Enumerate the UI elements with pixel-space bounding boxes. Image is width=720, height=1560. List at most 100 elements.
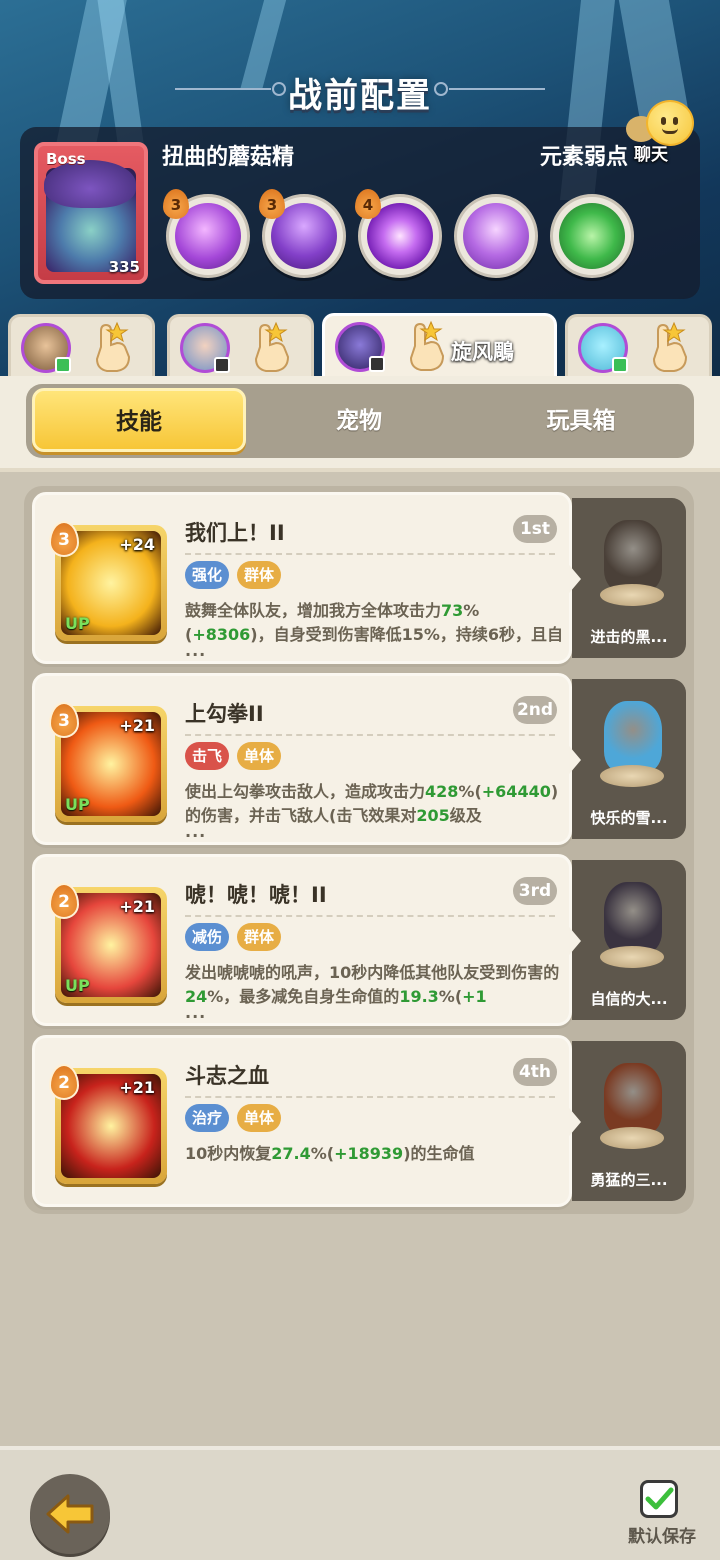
boss-level: 335 — [108, 258, 140, 276]
skill-level: 3 — [49, 521, 79, 557]
tab-skills[interactable]: 技能 — [32, 388, 246, 452]
skill-tag: 群体 — [237, 923, 282, 951]
boss-skill-5[interactable] — [550, 194, 634, 278]
highlight-value: +64440 — [481, 782, 551, 801]
skill-title: 唬！唬！唬！II — [185, 883, 327, 907]
segmented-control: 技能 宠物 玩具箱 — [26, 384, 694, 458]
skill-card[interactable]: +21 UP 3 上勾拳II 2nd 击飞 单体 使出上勾拳攻击敌人，造成攻击力4… — [32, 673, 572, 845]
skill-card[interactable]: +24 UP 3 我们上！II 1st 强化 群体 鼓舞全体队友，增加我方全体攻击… — [32, 492, 572, 664]
boss-skill-1[interactable]: 3 — [163, 189, 250, 278]
footer-bar: 默认保存 — [0, 1446, 720, 1560]
hand-star-icon — [254, 321, 290, 372]
description-text: )的生命值 — [403, 1144, 475, 1163]
skill-ellipsis: ... — [185, 822, 207, 841]
skill-rank: 3rd — [513, 877, 557, 905]
default-save-button[interactable]: 默认保存 — [620, 1480, 704, 1550]
skill-ellipsis: ... — [185, 641, 207, 660]
boss-name: 扭曲的蘑菇精 — [162, 145, 295, 170]
boss-skill-level: 4 — [355, 189, 381, 219]
skill-rank: 1st — [513, 515, 557, 543]
character-tab-3[interactable]: 旋风鵰 — [322, 313, 557, 379]
pet-figure-icon — [604, 882, 662, 954]
boss-skill-3[interactable]: 4 — [355, 189, 442, 278]
skill-row[interactable]: 勇猛的三... +21 2 斗志之血 4th 治疗 单体 10秒内恢复27.4%(… — [32, 1035, 688, 1207]
description-text: 鼓舞全体队友，增加我方全体攻击力 — [185, 601, 442, 620]
pet-pedestal — [600, 946, 664, 968]
skill-plus: +21 — [119, 716, 155, 735]
chat-button[interactable]: 聊天 — [620, 98, 698, 170]
divider — [185, 1096, 555, 1098]
highlight-value: 205 — [416, 806, 450, 825]
skill-row[interactable]: 进击的黑... +24 UP 3 我们上！II 1st 强化 群体 鼓舞全体队友，… — [32, 492, 688, 664]
pet-card[interactable]: 自信的大... — [572, 860, 686, 1020]
element-weakness-label: 元素弱点 — [539, 145, 628, 170]
pet-card[interactable]: 进击的黑... — [572, 498, 686, 658]
skill-tag: 强化 — [185, 561, 230, 589]
highlight-value: +18939 — [334, 1144, 404, 1163]
boss-skill-4[interactable] — [454, 194, 538, 278]
back-button[interactable] — [30, 1474, 110, 1554]
skill-tag: 群体 — [237, 561, 282, 589]
pet-figure-icon — [604, 520, 662, 592]
skill-level: 3 — [49, 702, 79, 738]
mushroom-icon — [463, 203, 529, 269]
tab-toybox[interactable]: 玩具箱 — [470, 384, 692, 458]
skill-level: 2 — [49, 1064, 79, 1100]
chat-badge-icon — [214, 357, 230, 373]
skill-tag: 单体 — [237, 1104, 282, 1132]
skill-description: 发出唬唬唬的吼声，10秒内降低其他队友受到伤害的24%，最多减免自身生命值的19… — [185, 961, 563, 1009]
boss-skill-2[interactable]: 3 — [259, 189, 346, 278]
checkbox[interactable] — [640, 1480, 678, 1518]
skill-card[interactable]: +21 UP 2 唬！唬！唬！II 3rd 减伤 群体 发出唬唬唬的吼声，10秒内… — [32, 854, 572, 1026]
skill-plus: +24 — [119, 535, 155, 554]
highlight-value: 19.3 — [399, 987, 439, 1006]
upgrade-indicator: UP — [65, 614, 90, 633]
chat-badge-icon — [369, 356, 385, 372]
highlight-value: +1 — [462, 987, 487, 1006]
skill-title: 斗志之血 — [185, 1064, 269, 1088]
tab-pets[interactable]: 宠物 — [248, 384, 470, 458]
skill-tag: 减伤 — [185, 923, 230, 951]
pet-name: 自信的大... — [590, 990, 668, 1008]
boss-skill-level: 3 — [259, 189, 285, 219]
character-name: 旋风鵰 — [451, 340, 514, 364]
skill-description: 10秒内恢复27.4%(+18939)的生命值 — [185, 1142, 563, 1190]
upgrade-indicator: UP — [65, 976, 90, 995]
skill-title: 上勾拳II — [185, 702, 264, 726]
skill-plus: +21 — [119, 897, 155, 916]
page-title: 战前配置 — [288, 76, 432, 116]
pet-card[interactable]: 快乐的雪... — [572, 679, 686, 839]
skill-description: 使出上勾拳攻击敌人，造成攻击力428%(+64440)的伤害，并击飞敌人(击飞效… — [185, 780, 563, 828]
pet-pedestal — [600, 765, 664, 787]
chat-badge-icon — [612, 357, 628, 373]
skill-tag: 治疗 — [185, 1104, 230, 1132]
hand-star-icon — [652, 321, 688, 372]
skill-card[interactable]: +21 2 斗志之血 4th 治疗 单体 10秒内恢复27.4%(+18939)的… — [32, 1035, 572, 1207]
skill-ellipsis: ... — [185, 1003, 207, 1022]
description-text: 发出唬唬唬的吼声，10秒内降低其他队友受到伤害的 — [185, 963, 560, 982]
pet-card[interactable]: 勇猛的三... — [572, 1041, 686, 1201]
skill-description: 鼓舞全体队友，增加我方全体攻击力73%(+8306)，自身受到伤害降低15%，持… — [185, 599, 563, 647]
description-text: %( — [458, 782, 482, 801]
highlight-value: 73 — [441, 601, 464, 620]
chat-label: 聊天 — [634, 145, 668, 165]
description-text: 级及 — [449, 806, 482, 825]
character-tab-4[interactable] — [565, 314, 712, 380]
pet-name: 快乐的雪... — [590, 809, 668, 827]
boss-card[interactable]: Boss 335 — [34, 142, 148, 284]
highlight-value: 428 — [425, 782, 459, 801]
green-slime-icon — [559, 203, 625, 269]
skill-level: 2 — [49, 883, 79, 919]
skill-tag: 击飞 — [185, 742, 230, 770]
chat-badge-icon — [55, 357, 71, 373]
character-tab-2[interactable] — [167, 314, 314, 380]
description-text: 10秒内恢复 — [185, 1144, 272, 1163]
skill-rank: 2nd — [513, 696, 557, 724]
default-save-label: 默认保存 — [628, 1527, 696, 1547]
character-tab-1[interactable] — [8, 314, 155, 380]
skill-title: 我们上！II — [185, 521, 285, 545]
description-text: %( — [310, 1144, 335, 1163]
hand-star-icon — [409, 320, 445, 371]
skill-row[interactable]: 自信的大... +21 UP 2 唬！唬！唬！II 3rd 减伤 群体 发出唬唬唬… — [32, 854, 688, 1026]
skill-row[interactable]: 快乐的雪... +21 UP 3 上勾拳II 2nd 击飞 单体 使出上勾拳攻击敌… — [32, 673, 688, 845]
